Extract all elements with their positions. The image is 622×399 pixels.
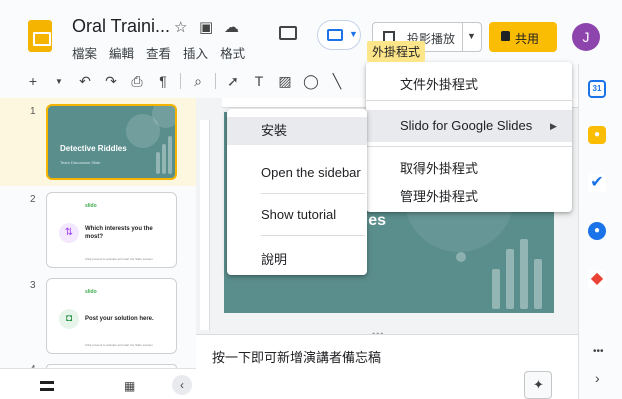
decor-circle bbox=[152, 106, 175, 128]
paint-format-icon[interactable]: ¶ bbox=[154, 73, 172, 89]
thumb-title: Detective Riddles bbox=[60, 144, 127, 153]
menu-view[interactable]: 查看 bbox=[146, 43, 171, 62]
speaker-notes[interactable]: 按一下即可新增演講者備忘稿 bbox=[196, 334, 578, 399]
menu-format[interactable]: 格式 bbox=[220, 43, 245, 62]
divider bbox=[366, 146, 572, 147]
menu-file[interactable]: 檔案 bbox=[72, 43, 97, 62]
decor-bar bbox=[506, 249, 514, 309]
menu-insert[interactable]: 插入 bbox=[183, 43, 208, 62]
thumb-question: Which interests you the most? bbox=[85, 226, 153, 240]
menu-item-open-sidebar[interactable]: Open the sidebar bbox=[227, 165, 367, 180]
divider bbox=[462, 23, 463, 51]
decor-bar bbox=[162, 144, 166, 174]
menu-bar: 檔案 編輯 查看 插入 格式 bbox=[72, 43, 245, 62]
shape-icon[interactable]: ◯ bbox=[302, 73, 320, 90]
vertical-ruler bbox=[200, 120, 210, 330]
menu-item-show-tutorial[interactable]: Show tutorial bbox=[227, 207, 367, 222]
divider bbox=[215, 73, 216, 89]
star-icon[interactable]: ☆ bbox=[174, 18, 187, 36]
document-title[interactable]: Oral Traini... bbox=[72, 16, 170, 37]
slido-brand: slido bbox=[85, 289, 97, 295]
keep-icon[interactable]: ● bbox=[588, 126, 606, 144]
menu-item-install[interactable]: 安裝 bbox=[227, 117, 367, 145]
thumb-note: Click present to activate and start the … bbox=[85, 257, 153, 261]
decor-bar bbox=[520, 239, 528, 309]
divider bbox=[261, 193, 365, 194]
menu-item-label: Slido for Google Slides bbox=[400, 118, 533, 133]
menu-item-docs-addons[interactable]: 文件外掛程式 bbox=[366, 74, 572, 93]
divider bbox=[261, 235, 365, 236]
filmstrip: 1 Detective Riddles Team Discussion Slid… bbox=[0, 98, 196, 375]
share-button[interactable]: 共用 bbox=[489, 22, 557, 52]
collapse-panel-icon[interactable]: ‹ bbox=[172, 375, 192, 395]
addons-menu: 文件外掛程式 Slido for Google Slides ▶ 取得外掛程式 … bbox=[366, 62, 572, 212]
comment-history-icon[interactable] bbox=[279, 26, 297, 40]
menu-item-get-addons[interactable]: 取得外掛程式 bbox=[366, 158, 572, 177]
chevron-down-icon[interactable]: ▼ bbox=[50, 77, 68, 86]
side-panel: 31 ● ✔ ● ◆ ••• › bbox=[578, 64, 622, 399]
slideshow-options-icon[interactable]: ▼ bbox=[467, 31, 476, 41]
slides-logo-icon[interactable] bbox=[28, 20, 52, 52]
grid-view-icon[interactable]: ▦ bbox=[124, 379, 135, 393]
slido-submenu: 安裝 Open the sidebar Show tutorial 說明 bbox=[227, 109, 367, 275]
select-icon[interactable]: ➚ bbox=[224, 73, 242, 90]
thumb-note: Click present to activate and start the … bbox=[85, 343, 153, 347]
slide-thumbnail-2[interactable]: slido ⇅ Which interests you the most? Cl… bbox=[46, 192, 177, 268]
poll-icon: ⇅ bbox=[59, 223, 79, 243]
cloud-status-icon: ☁ bbox=[224, 19, 239, 36]
avatar[interactable]: J bbox=[572, 23, 600, 51]
print-icon[interactable]: ⎙ bbox=[128, 73, 146, 90]
decor-bar bbox=[534, 259, 542, 309]
thumb-question: Post your solution here. bbox=[85, 316, 154, 322]
menu-item-slido[interactable]: Slido for Google Slides ▶ bbox=[366, 110, 572, 142]
decor-bar bbox=[492, 269, 500, 309]
slide-thumbnail-3[interactable]: slido ◘ Post your solution here. Click p… bbox=[46, 278, 177, 354]
zoom-icon[interactable]: ⌕ bbox=[189, 73, 207, 90]
image-icon[interactable]: ▨ bbox=[276, 73, 294, 90]
chevron-right-icon[interactable]: › bbox=[595, 370, 600, 386]
filmstrip-view-icon[interactable] bbox=[40, 381, 54, 391]
menu-edit[interactable]: 編輯 bbox=[109, 43, 134, 62]
more-icon[interactable]: ••• bbox=[593, 346, 604, 357]
divider bbox=[180, 73, 181, 89]
chevron-down-icon: ▼ bbox=[349, 29, 358, 39]
tasks-icon[interactable]: ✔ bbox=[588, 174, 606, 192]
filmstrip-footer: ▦ ‹ bbox=[0, 368, 196, 399]
notes-placeholder: 按一下即可新增演講者備忘稿 bbox=[212, 350, 382, 365]
present-icon bbox=[327, 29, 343, 41]
thumb-subtitle: Team Discussion Slide bbox=[60, 160, 101, 165]
decor-bar bbox=[156, 152, 160, 174]
slido-brand: slido bbox=[85, 203, 97, 209]
divider bbox=[366, 100, 572, 101]
decor-bar bbox=[168, 136, 172, 174]
toolbar: + ▼ ↶ ↷ ⎙ ¶ ⌕ ➚ T ▨ ◯ ╲ bbox=[24, 68, 364, 94]
redo-icon[interactable]: ↷ bbox=[102, 73, 120, 90]
menu-item-manage-addons[interactable]: 管理外掛程式 bbox=[366, 186, 572, 205]
slide-number: 1 bbox=[30, 106, 36, 117]
folder-move-icon[interactable]: ▣ bbox=[199, 18, 213, 36]
textbox-icon[interactable]: T bbox=[250, 73, 268, 89]
calendar-icon[interactable]: 31 bbox=[588, 80, 606, 98]
slide-number: 3 bbox=[30, 280, 36, 291]
lock-icon bbox=[501, 31, 510, 41]
line-icon[interactable]: ╲ bbox=[328, 73, 346, 90]
chat-icon: ◘ bbox=[59, 309, 79, 329]
tooltip: 外掛程式 bbox=[367, 41, 426, 62]
slide-number: 2 bbox=[30, 194, 36, 205]
decor-circle bbox=[456, 252, 466, 262]
plus-icon[interactable]: + bbox=[24, 73, 42, 89]
slide-thumbnail-1[interactable]: Detective Riddles Team Discussion Slide bbox=[46, 104, 177, 180]
maps-icon[interactable]: ◆ bbox=[588, 270, 606, 288]
share-label: 共用 bbox=[515, 32, 540, 46]
present-button[interactable]: ▼ bbox=[317, 20, 361, 50]
submenu-arrow-icon: ▶ bbox=[550, 121, 557, 131]
contacts-icon[interactable]: ● bbox=[588, 222, 606, 240]
explore-button[interactable] bbox=[524, 371, 552, 399]
menu-item-help[interactable]: 說明 bbox=[227, 249, 367, 268]
undo-icon[interactable]: ↶ bbox=[76, 73, 94, 90]
